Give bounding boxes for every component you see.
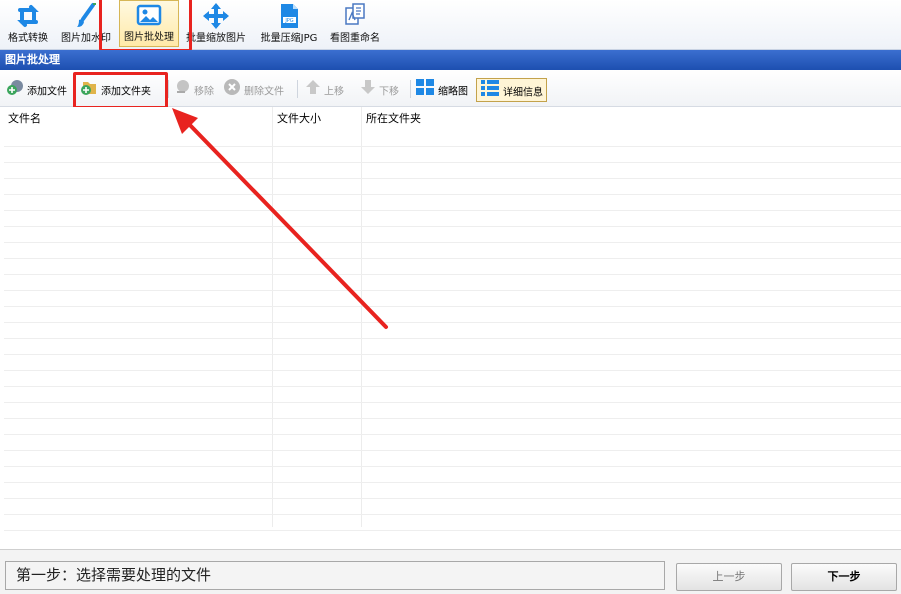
tool-format-convert[interactable]: 格式转换	[2, 0, 54, 47]
move-up-button[interactable]: 上移	[305, 78, 344, 100]
thumbnail-view-button[interactable]: 缩略图	[415, 78, 468, 100]
tool-batch-resize[interactable]: 批量缩放图片	[183, 0, 249, 47]
empty-row	[4, 467, 901, 483]
empty-row	[4, 211, 901, 227]
footer-bar: 第一步：选择需要处理的文件 上一步 下一步	[0, 549, 901, 594]
empty-row	[4, 307, 901, 323]
next-step-button[interactable]: 下一步	[791, 563, 897, 591]
tool-label: 批量压缩JPG	[260, 33, 318, 44]
empty-row	[4, 147, 901, 163]
empty-row	[4, 355, 901, 371]
column-header-filename[interactable]: 文件名	[8, 107, 41, 131]
thumbnail-label: 缩略图	[438, 86, 468, 98]
empty-row	[4, 163, 901, 179]
highlight-box-batch-tool	[99, 0, 192, 52]
move-up-label: 上移	[324, 86, 344, 98]
list-icon	[480, 79, 500, 106]
empty-row	[4, 483, 901, 499]
grid-icon	[415, 78, 435, 105]
remove-icon	[173, 78, 191, 105]
highlight-box-add-folder	[73, 72, 168, 109]
delete-icon	[223, 78, 241, 105]
empty-row	[4, 243, 901, 259]
tool-label: 批量缩放图片	[186, 33, 246, 44]
empty-row	[4, 419, 901, 435]
list-header: 文件名 文件大小 所在文件夹	[4, 107, 901, 131]
prev-step-button[interactable]: 上一步	[676, 563, 782, 591]
empty-row	[4, 275, 901, 291]
step-status: 第一步：选择需要处理的文件	[5, 561, 665, 590]
column-header-folder[interactable]: 所在文件夹	[366, 107, 421, 131]
remove-label: 移除	[194, 86, 214, 98]
empty-row	[4, 259, 901, 275]
details-view-button[interactable]: 详细信息	[476, 78, 547, 102]
move-down-button[interactable]: 下移	[360, 78, 399, 100]
empty-row	[4, 435, 901, 451]
toolbar-divider	[410, 80, 411, 98]
delete-file-button[interactable]: 删除文件	[223, 78, 284, 100]
empty-row	[4, 387, 901, 403]
toolbar-divider	[297, 80, 298, 98]
empty-row	[4, 227, 901, 243]
remove-button[interactable]: 移除	[173, 78, 214, 100]
add-file-button[interactable]: 添加文件	[6, 78, 67, 100]
delete-file-label: 删除文件	[244, 86, 284, 98]
panel-title: 图片批处理	[0, 50, 901, 70]
empty-row	[4, 499, 901, 515]
add-file-label: 添加文件	[27, 86, 67, 98]
move-down-label: 下移	[379, 86, 399, 98]
tool-rename[interactable]: 看图重命名	[326, 0, 384, 47]
column-header-filesize[interactable]: 文件大小	[277, 107, 321, 131]
empty-row	[4, 179, 901, 195]
empty-row	[4, 371, 901, 387]
list-body	[4, 131, 901, 531]
empty-row	[4, 195, 901, 211]
toolbar-divider	[168, 80, 169, 98]
tool-compress-jpg[interactable]: JPG 批量压缩JPG	[254, 0, 324, 47]
empty-row	[4, 131, 901, 147]
tool-label: 看图重命名	[330, 33, 380, 44]
empty-row	[4, 403, 901, 419]
arrow-down-icon	[360, 78, 376, 105]
empty-row	[4, 339, 901, 355]
tool-label: 格式转换	[8, 33, 48, 44]
add-file-icon	[6, 78, 24, 105]
svg-text:JPG: JPG	[284, 18, 293, 24]
empty-row	[4, 515, 901, 531]
empty-row	[4, 451, 901, 467]
empty-row	[4, 291, 901, 307]
arrow-up-icon	[305, 78, 321, 105]
details-label: 详细信息	[503, 87, 543, 99]
empty-row	[4, 323, 901, 339]
file-list[interactable]: 文件名 文件大小 所在文件夹	[4, 107, 901, 549]
